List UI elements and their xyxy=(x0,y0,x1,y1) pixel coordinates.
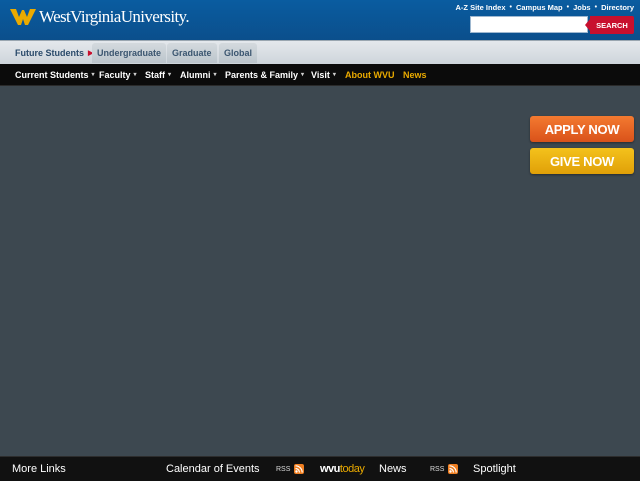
chevron-down-icon: ▾ xyxy=(91,72,95,78)
separator-dot: • xyxy=(509,4,512,11)
util-link-campus-map[interactable]: Campus Map xyxy=(516,3,563,12)
audience-tabs-bar: Future Students ▶ Undergraduate Graduate… xyxy=(0,40,640,65)
flying-wv-logo-icon xyxy=(10,7,36,27)
rss-icon xyxy=(448,464,459,474)
nav-alumni[interactable]: Alumni ▾ xyxy=(180,64,217,85)
tab-global[interactable]: Global xyxy=(219,43,258,63)
news-rss-link[interactable]: RSS xyxy=(430,457,459,481)
nav-staff[interactable]: Staff ▾ xyxy=(145,64,171,85)
wvutoday-logo[interactable]: wvu today xyxy=(320,457,365,481)
chevron-down-icon: ▾ xyxy=(213,72,217,78)
nav-faculty[interactable]: Faculty ▾ xyxy=(99,64,137,85)
wvu-logo[interactable]: WestVirginiaUniversity. xyxy=(10,6,190,27)
utility-links: A-Z Site Index • Campus Map • Jobs • Dir… xyxy=(455,3,634,12)
give-now-button[interactable]: GIVE NOW xyxy=(530,148,634,174)
chevron-down-icon: ▾ xyxy=(332,72,336,78)
rss-label: RSS xyxy=(430,465,445,473)
apply-now-button[interactable]: APPLY NOW xyxy=(530,116,634,142)
tab-undergraduate[interactable]: Undergraduate xyxy=(92,43,167,63)
nav-news[interactable]: News xyxy=(403,64,427,85)
nav-about-wvu[interactable]: About WVU xyxy=(345,64,395,85)
footer-more-links[interactable]: More Links xyxy=(12,457,66,481)
wvutoday-today: today xyxy=(339,463,365,475)
nav-label: Visit xyxy=(311,69,330,80)
nav-parents-family[interactable]: Parents & Family ▾ xyxy=(225,64,304,85)
footer-news-link[interactable]: News xyxy=(379,457,407,481)
chevron-down-icon: ▾ xyxy=(133,72,137,78)
search-button[interactable]: SEARCH xyxy=(590,16,634,34)
nav-label: Current Students xyxy=(15,69,89,80)
nav-current-students[interactable]: Current Students ▾ xyxy=(15,64,95,85)
nav-label: Parents & Family xyxy=(225,69,299,80)
logo-wordmark: WestVirginiaUniversity. xyxy=(39,7,190,26)
nav-label: Staff xyxy=(145,69,165,80)
main-navigation: Current Students ▾ Faculty ▾ Staff ▾ Alumni… xyxy=(0,64,640,86)
chevron-down-icon: ▾ xyxy=(168,72,172,78)
nav-visit[interactable]: Visit ▾ xyxy=(311,64,336,85)
calendar-rss-link[interactable]: RSS xyxy=(276,457,305,481)
chevron-down-icon: ▾ xyxy=(301,72,305,78)
search-input[interactable] xyxy=(470,16,588,33)
tab-graduate[interactable]: Graduate xyxy=(167,43,217,63)
rss-label: RSS xyxy=(276,465,291,473)
site-header: WestVirginiaUniversity. A-Z Site Index •… xyxy=(0,0,640,40)
wvutoday-wvu: wvu xyxy=(320,463,340,475)
rss-icon xyxy=(294,464,305,474)
separator-dot: • xyxy=(594,4,598,11)
nav-label: Faculty xyxy=(99,69,131,80)
util-link-jobs[interactable]: Jobs xyxy=(573,3,591,12)
tab-future-students[interactable]: Future Students ▶ xyxy=(10,43,98,63)
separator-dot: • xyxy=(566,4,570,11)
footer-calendar-link[interactable]: Calendar of Events xyxy=(166,457,260,481)
tab-label: Future Students xyxy=(15,48,84,58)
footer-spotlight-link[interactable]: Spotlight xyxy=(473,457,516,481)
util-link-az-index[interactable]: A-Z Site Index xyxy=(455,3,505,12)
util-link-directory[interactable]: Directory xyxy=(601,3,634,12)
site-footer: More Links Calendar of Events RSS wvu tod… xyxy=(0,456,640,481)
nav-label: Alumni xyxy=(180,69,211,80)
